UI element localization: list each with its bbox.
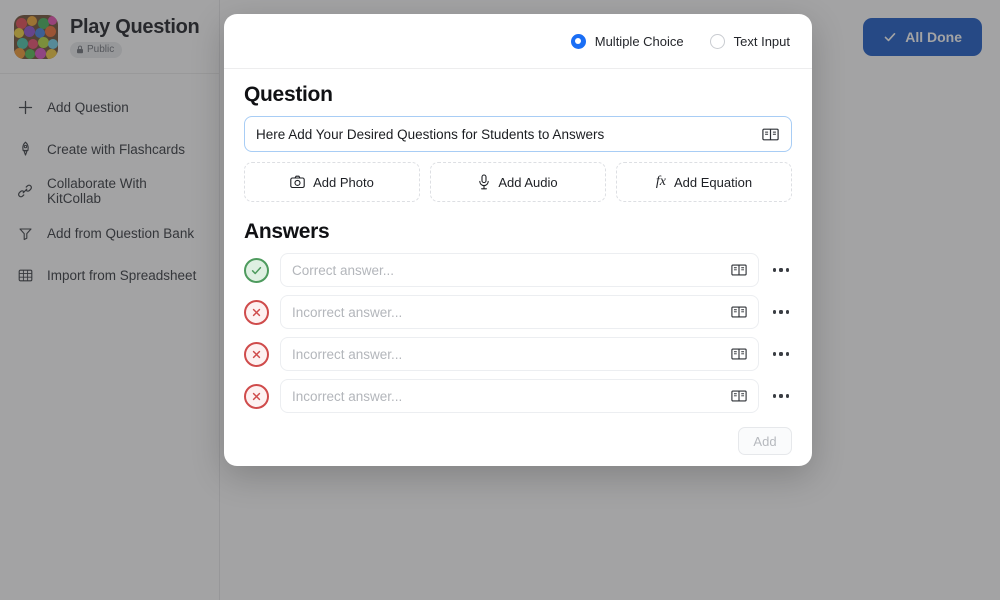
answer-row [244,253,792,287]
add-question-modal: Multiple Choice Text Input Question Here… [224,14,812,466]
answer-row [244,295,792,329]
incorrect-answer-input[interactable] [292,304,729,320]
answer-book-icon[interactable] [729,345,749,363]
answer-options-menu[interactable] [770,394,792,398]
answer-input-wrapper[interactable] [280,337,759,371]
radio-option-text-input[interactable]: Text Input [709,33,790,49]
answer-book-icon[interactable] [729,261,749,279]
answer-input-wrapper[interactable] [280,295,759,329]
camera-icon [290,175,305,189]
question-input[interactable] [256,126,760,142]
question-input-wrapper[interactable] [244,116,792,152]
incorrect-answer-input[interactable] [292,346,729,362]
answer-row [244,337,792,371]
microphone-icon [479,174,490,190]
add-equation-label: Add Equation [674,174,753,190]
modal-header: Multiple Choice Text Input [224,14,812,69]
add-button[interactable]: Add [738,427,792,455]
answers-heading: Answers [244,220,330,243]
answer-book-icon[interactable] [729,303,749,321]
answer-input-wrapper[interactable] [280,379,759,413]
answer-options-menu[interactable] [770,268,792,272]
question-heading: Question [244,83,333,106]
fx-icon: fx [655,174,667,189]
add-audio-label: Add Audio [498,174,558,190]
answer-options-menu[interactable] [770,310,792,314]
radio-label: Multiple Choice [594,33,684,49]
x-circle-icon[interactable] [244,299,269,325]
x-circle-icon[interactable] [244,383,269,409]
x-circle-icon[interactable] [244,341,269,367]
radio-option-multiple-choice[interactable]: Multiple Choice [570,33,684,49]
modal-footer: Add [224,421,812,473]
answer-book-icon[interactable] [729,387,749,405]
question-type-radio-group: Multiple Choice Text Input [570,33,790,49]
radio-indicator [709,33,725,49]
modal-body: Question Here Add Your Desired Questions… [224,69,812,421]
answer-row [244,379,792,413]
incorrect-answer-input[interactable] [292,388,729,404]
radio-label: Text Input [733,33,790,49]
correct-answer-input[interactable] [292,262,729,278]
answer-options-menu[interactable] [770,352,792,356]
add-equation-button[interactable]: fx Add Equation [616,162,792,202]
answer-input-wrapper[interactable] [280,253,759,287]
add-photo-label: Add Photo [313,174,374,190]
question-book-icon[interactable] [760,125,781,144]
add-audio-button[interactable]: Add Audio [430,162,606,202]
radio-indicator-selected [570,33,586,49]
media-buttons-row: Add Photo Add Audio fx Add Equation [244,162,792,202]
check-circle-icon[interactable] [244,257,269,283]
app-root: Play Question Public Add Question Create… [0,0,1000,600]
add-photo-button[interactable]: Add Photo [244,162,420,202]
